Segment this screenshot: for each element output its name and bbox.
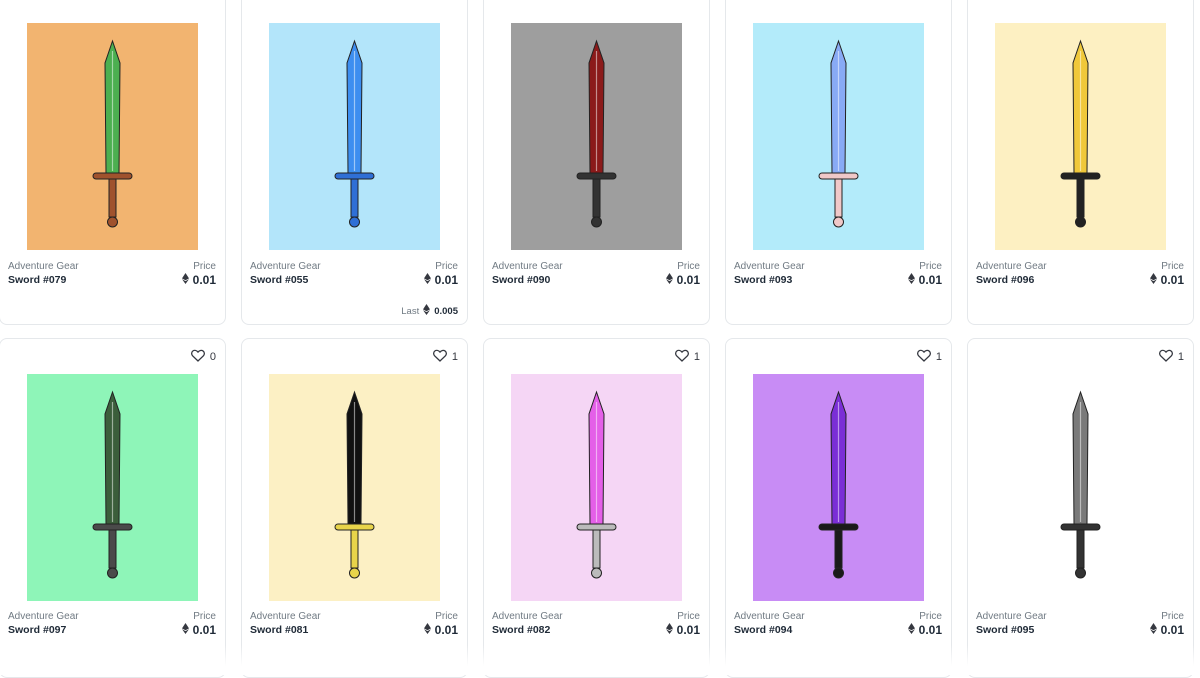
nft-image[interactable] — [753, 374, 924, 601]
price-value: 0.01 — [181, 273, 216, 287]
price-label: Price — [677, 611, 700, 622]
nft-grid: Adventure Gear Sword #079 Price 0.01 Adv… — [0, 0, 1200, 678]
nft-image[interactable] — [753, 23, 924, 250]
eth-icon — [1149, 273, 1157, 287]
eth-icon — [423, 273, 431, 287]
eth-icon — [665, 273, 673, 287]
eth-icon — [1149, 623, 1157, 637]
eth-icon — [423, 623, 431, 637]
price-label: Price — [193, 261, 216, 272]
favorite-button[interactable]: 1 — [432, 349, 458, 365]
collection-name[interactable]: Adventure Gear — [250, 611, 321, 622]
price-value: 0.01 — [423, 623, 458, 637]
eth-icon — [665, 623, 673, 637]
price-value: 0.01 — [665, 623, 700, 637]
item-name[interactable]: Sword #055 — [250, 274, 308, 286]
favorite-button[interactable]: 1 — [1158, 349, 1184, 365]
favorite-count: 1 — [1177, 351, 1184, 363]
price-value: 0.01 — [665, 273, 700, 287]
favorite-button[interactable]: 0 — [190, 349, 216, 365]
nft-image[interactable] — [269, 23, 440, 250]
nft-image[interactable] — [511, 374, 682, 601]
nft-card[interactable]: Adventure Gear Sword #079 Price 0.01 — [0, 0, 226, 325]
nft-image[interactable] — [995, 23, 1166, 250]
price-label: Price — [677, 261, 700, 272]
collection-name[interactable]: Adventure Gear — [8, 611, 79, 622]
price-value: 0.01 — [423, 273, 458, 287]
price-value: 0.01 — [1149, 623, 1184, 637]
favorite-count: 1 — [935, 351, 942, 363]
sword-illustration — [818, 390, 859, 579]
nft-image[interactable] — [27, 374, 198, 601]
collection-name[interactable]: Adventure Gear — [976, 611, 1047, 622]
nft-card[interactable]: Adventure Gear Sword #093 Price 0.01 — [725, 0, 952, 325]
price-label: Price — [1161, 611, 1184, 622]
nft-image[interactable] — [995, 374, 1166, 601]
heart-icon — [1158, 349, 1173, 365]
last-sale: Last 0.005 — [401, 304, 458, 318]
item-name[interactable]: Sword #082 — [492, 624, 550, 636]
nft-image[interactable] — [511, 23, 682, 250]
eth-icon — [907, 273, 915, 287]
collection-name[interactable]: Adventure Gear — [976, 261, 1047, 272]
item-name[interactable]: Sword #097 — [8, 624, 66, 636]
favorite-button[interactable]: 1 — [674, 349, 700, 365]
price-value: 0.01 — [1149, 273, 1184, 287]
nft-image[interactable] — [27, 23, 198, 250]
nft-card[interactable]: 1 Adventure Gear Sword #081 Price 0.01 — [241, 338, 468, 678]
price-label: Price — [919, 611, 942, 622]
favorite-count: 0 — [209, 351, 216, 363]
nft-card[interactable]: 1 Adventure Gear Sword #095 Price 0.01 — [967, 338, 1194, 678]
item-name[interactable]: Sword #079 — [8, 274, 66, 286]
eth-icon — [423, 304, 431, 318]
price-label: Price — [1161, 261, 1184, 272]
favorite-count: 1 — [451, 351, 458, 363]
favorite-count: 1 — [693, 351, 700, 363]
nft-card[interactable]: Adventure Gear Sword #090 Price 0.01 — [483, 0, 710, 325]
sword-illustration — [334, 390, 375, 579]
sword-illustration — [334, 39, 375, 228]
price-label: Price — [919, 261, 942, 272]
favorite-button[interactable]: 1 — [916, 349, 942, 365]
nft-card[interactable]: 0 Adventure Gear Sword #097 Price 0.01 — [0, 338, 226, 678]
collection-name[interactable]: Adventure Gear — [492, 611, 563, 622]
nft-card[interactable]: Adventure Gear Sword #055 Price 0.01 Las… — [241, 0, 468, 325]
sword-illustration — [576, 390, 617, 579]
price-value: 0.01 — [181, 623, 216, 637]
price-value: 0.01 — [907, 273, 942, 287]
nft-card[interactable]: 1 Adventure Gear Sword #094 Price 0.01 — [725, 338, 952, 678]
item-name[interactable]: Sword #093 — [734, 274, 792, 286]
eth-icon — [181, 273, 189, 287]
collection-name[interactable]: Adventure Gear — [734, 261, 805, 272]
item-name[interactable]: Sword #081 — [250, 624, 308, 636]
heart-icon — [190, 349, 205, 365]
collection-name[interactable]: Adventure Gear — [250, 261, 321, 272]
nft-image[interactable] — [269, 374, 440, 601]
nft-card[interactable]: 1 Adventure Gear Sword #082 Price 0.01 — [483, 338, 710, 678]
heart-icon — [432, 349, 447, 365]
price-label: Price — [435, 261, 458, 272]
price-label: Price — [435, 611, 458, 622]
collection-name[interactable]: Adventure Gear — [734, 611, 805, 622]
sword-illustration — [92, 39, 133, 228]
eth-icon — [181, 623, 189, 637]
collection-name[interactable]: Adventure Gear — [8, 261, 79, 272]
collection-name[interactable]: Adventure Gear — [492, 261, 563, 272]
nft-card[interactable]: Adventure Gear Sword #096 Price 0.01 — [967, 0, 1194, 325]
bottom-fade — [0, 645, 1200, 675]
sword-illustration — [818, 39, 859, 228]
item-name[interactable]: Sword #095 — [976, 624, 1034, 636]
item-name[interactable]: Sword #096 — [976, 274, 1034, 286]
sword-illustration — [576, 39, 617, 228]
item-name[interactable]: Sword #094 — [734, 624, 792, 636]
price-value: 0.01 — [907, 623, 942, 637]
item-name[interactable]: Sword #090 — [492, 274, 550, 286]
sword-illustration — [1060, 390, 1101, 579]
price-label: Price — [193, 611, 216, 622]
eth-icon — [907, 623, 915, 637]
sword-illustration — [1060, 39, 1101, 228]
sword-illustration — [92, 390, 133, 579]
heart-icon — [916, 349, 931, 365]
heart-icon — [674, 349, 689, 365]
